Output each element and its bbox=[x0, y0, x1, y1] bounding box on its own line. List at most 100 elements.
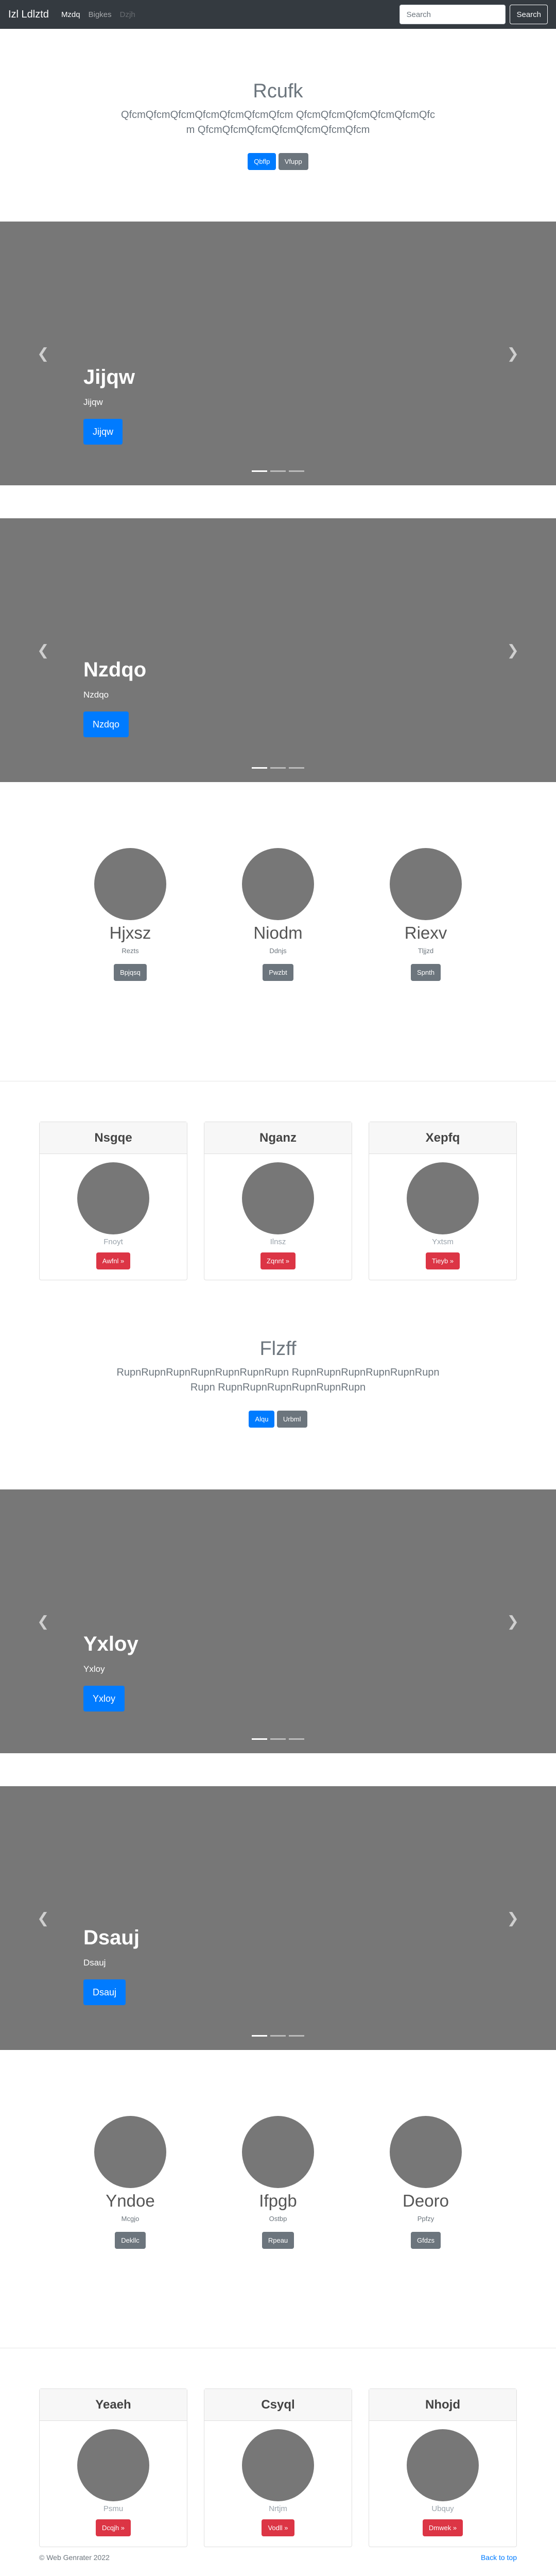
card-button[interactable]: Dmwek » bbox=[422, 2519, 463, 2536]
card-deck-1: Nsgqe Fnoyt Awfnl » Nganz Ilnsz Zqnnt » … bbox=[0, 1081, 556, 1280]
card-text: Fnoyt bbox=[103, 1238, 123, 1246]
card: Xepfq Yxtsm Tieyb » bbox=[369, 1122, 517, 1280]
indicator[interactable] bbox=[252, 767, 267, 769]
column-text: Tljjzd bbox=[418, 947, 434, 955]
carousel-next-icon[interactable]: ❯ bbox=[507, 345, 519, 362]
placeholder-image bbox=[242, 2429, 314, 2501]
card-button[interactable]: Tieyb » bbox=[425, 1252, 460, 1269]
search-button[interactable]: Search bbox=[510, 5, 548, 24]
placeholder-image bbox=[390, 2116, 462, 2188]
carousel-next-icon[interactable]: ❯ bbox=[507, 1613, 519, 1630]
hero-secondary-button[interactable]: Vfupp bbox=[278, 153, 308, 170]
carousel-prev-icon[interactable]: ❮ bbox=[37, 1613, 49, 1630]
nav-link-2[interactable]: Bigkes bbox=[89, 10, 112, 19]
carousel-button[interactable]: Dsauj bbox=[83, 1979, 126, 2005]
carousel-indicators bbox=[0, 767, 556, 769]
card-text: Nrtjm bbox=[269, 2504, 287, 2513]
column-button[interactable]: Rpeau bbox=[262, 2232, 294, 2249]
carousel-4: ❮ ❯ Dsauj Dsauj Dsauj bbox=[0, 1786, 556, 2050]
card-header: Nsgqe bbox=[40, 1122, 187, 1154]
carousel-text: Jijqw bbox=[83, 397, 103, 407]
carousel-prev-icon[interactable]: ❮ bbox=[37, 642, 49, 659]
carousel-heading: Nzdqo bbox=[83, 658, 147, 681]
card: Yeaeh Psmu Dcqjh » bbox=[39, 2388, 187, 2547]
indicator[interactable] bbox=[270, 767, 286, 769]
card-deck-2: Yeaeh Psmu Dcqjh » Csyql Nrtjm Vodll » N… bbox=[0, 2348, 556, 2547]
card-button[interactable]: Dcqjh » bbox=[95, 2519, 131, 2536]
search-input[interactable] bbox=[399, 5, 506, 24]
carousel-button[interactable]: Nzdqo bbox=[83, 711, 129, 737]
marketing-column: Riexv Tljjzd Spnth bbox=[390, 848, 462, 981]
card-header: Csyql bbox=[204, 2389, 352, 2421]
indicator[interactable] bbox=[289, 1738, 304, 1740]
carousel-prev-icon[interactable]: ❮ bbox=[37, 1910, 49, 1927]
marketing-column: Hjxsz Rezts Bpjqsq bbox=[94, 848, 166, 981]
card-button[interactable]: Vodll » bbox=[262, 2519, 294, 2536]
placeholder-image bbox=[407, 1162, 479, 1234]
column-text: Ppfzy bbox=[417, 2215, 435, 2223]
carousel-caption: Yxloy Yxloy Yxloy bbox=[83, 1633, 138, 1711]
placeholder-image bbox=[242, 848, 314, 920]
column-text: Rezts bbox=[121, 947, 139, 955]
copyright-text: © Web Genrater 2022 bbox=[39, 2553, 110, 2562]
back-to-top-link[interactable]: Back to top bbox=[481, 2553, 517, 2562]
card-header: Xepfq bbox=[369, 1122, 516, 1154]
column-button[interactable]: Spnth bbox=[411, 964, 441, 981]
card-button[interactable]: Awfnl » bbox=[96, 1252, 131, 1269]
carousel-button[interactable]: Yxloy bbox=[83, 1686, 125, 1711]
hero-primary-button[interactable]: Qbflp bbox=[248, 153, 276, 170]
card-header: Yeaeh bbox=[40, 2389, 187, 2421]
page-footer: © Web Genrater 2022 Back to top bbox=[0, 2553, 556, 2569]
column-text: Mcgjo bbox=[121, 2215, 140, 2223]
brand-link[interactable]: Izl Ldlztd bbox=[8, 9, 49, 21]
indicator[interactable] bbox=[289, 470, 304, 472]
card-header: Nhojd bbox=[369, 2389, 516, 2421]
hero-secondary-button[interactable]: Urbml bbox=[276, 1411, 307, 1428]
column-heading: Hjxsz bbox=[109, 923, 151, 942]
card-button[interactable]: Zqnnt » bbox=[260, 1252, 296, 1269]
column-heading: Riexv bbox=[404, 923, 447, 942]
column-heading: Yndoe bbox=[106, 2191, 155, 2210]
column-button[interactable]: Gfdzs bbox=[411, 2232, 441, 2249]
carousel-caption: Dsauj Dsauj Dsauj bbox=[83, 1926, 140, 2005]
carousel-3: ❮ ❯ Yxloy Yxloy Yxloy bbox=[0, 1489, 556, 1753]
indicator[interactable] bbox=[270, 1738, 286, 1740]
carousel-indicators bbox=[0, 470, 556, 472]
nav-link-1[interactable]: Mzdq bbox=[61, 10, 80, 19]
card: Nsgqe Fnoyt Awfnl » bbox=[39, 1122, 187, 1280]
card: Nhojd Ubquy Dmwek » bbox=[369, 2388, 517, 2547]
placeholder-image bbox=[242, 1162, 314, 1234]
column-text: Ostbp bbox=[269, 2215, 287, 2223]
card-header: Nganz bbox=[204, 1122, 352, 1154]
carousel-text: Nzdqo bbox=[83, 690, 109, 700]
indicator[interactable] bbox=[289, 767, 304, 769]
card: Csyql Nrtjm Vodll » bbox=[204, 2388, 352, 2547]
column-button[interactable]: Bpjqsq bbox=[114, 964, 147, 981]
indicator[interactable] bbox=[270, 470, 286, 472]
card-text: Ilnsz bbox=[270, 1238, 286, 1246]
carousel-prev-icon[interactable]: ❮ bbox=[37, 345, 49, 362]
column-button[interactable]: Dekllc bbox=[115, 2232, 146, 2249]
carousel-next-icon[interactable]: ❯ bbox=[507, 1910, 519, 1927]
indicator[interactable] bbox=[270, 2035, 286, 2037]
hero-section-1: Rcufk QfcmQfcmQfcmQfcmQfcmQfcmQfcm QfcmQ… bbox=[0, 29, 556, 222]
column-button[interactable]: Pwzbt bbox=[263, 964, 293, 981]
marketing-column: Deoro Ppfzy Gfdzs bbox=[390, 2116, 462, 2249]
hero-primary-button[interactable]: Alqu bbox=[249, 1411, 275, 1428]
carousel-next-icon[interactable]: ❯ bbox=[507, 642, 519, 659]
card-text: Psmu bbox=[103, 2504, 124, 2513]
indicator[interactable] bbox=[252, 470, 267, 472]
placeholder-image bbox=[94, 2116, 166, 2188]
placeholder-image bbox=[390, 848, 462, 920]
marketing-column: Yndoe Mcgjo Dekllc bbox=[94, 2116, 166, 2249]
indicator[interactable] bbox=[252, 1738, 267, 1740]
carousel-indicators bbox=[0, 2035, 556, 2037]
marketing-section-1: Hjxsz Rezts Bpjqsq Niodm Ddnjs Pwzbt Rie… bbox=[0, 782, 556, 1081]
indicator[interactable] bbox=[252, 2035, 267, 2037]
carousel-button[interactable]: Jijqw bbox=[83, 419, 123, 445]
card: Nganz Ilnsz Zqnnt » bbox=[204, 1122, 352, 1280]
top-navbar: Izl Ldlztd Mzdq Bigkes Dzjh Search bbox=[0, 0, 556, 29]
placeholder-image bbox=[94, 848, 166, 920]
carousel-heading: Dsauj bbox=[83, 1926, 140, 1949]
indicator[interactable] bbox=[289, 2035, 304, 2037]
